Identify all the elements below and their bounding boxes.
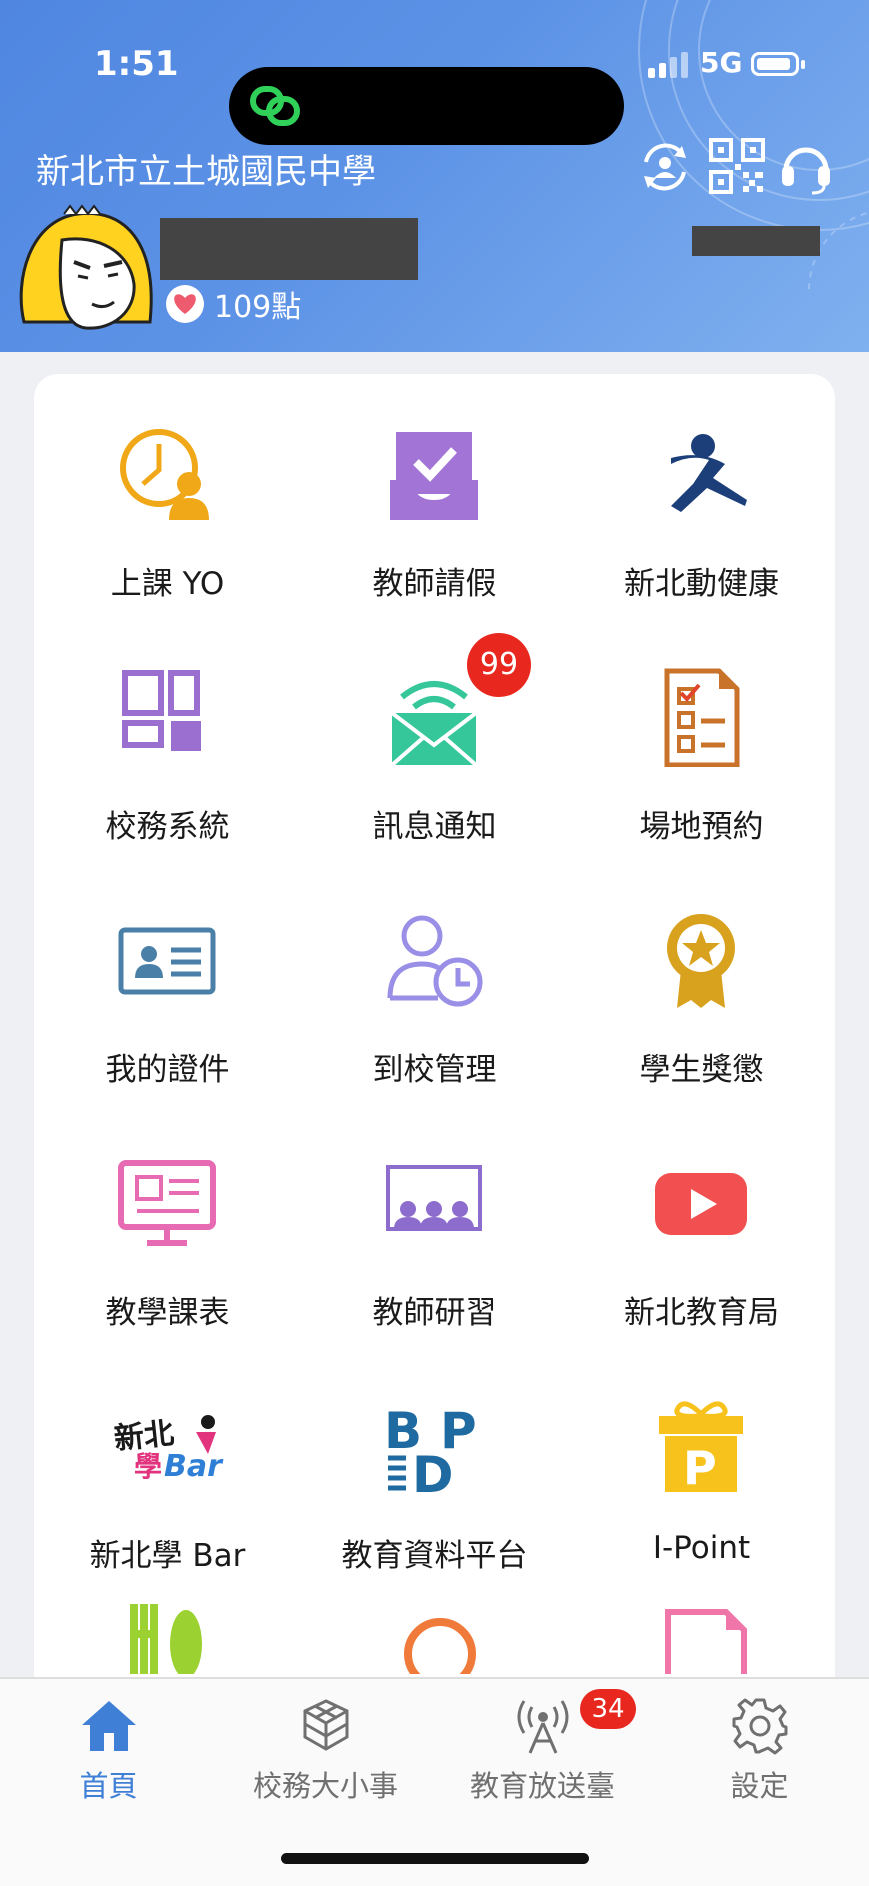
tab-education-broadcast[interactable]: 教育放送臺 34 (434, 1679, 651, 1819)
app-shangke-yo[interactable]: 上課 YO (34, 374, 301, 617)
qr-code-icon[interactable] (709, 138, 765, 194)
gear-icon (732, 1698, 788, 1755)
status-time: 1:51 (94, 44, 179, 84)
headset-icon[interactable] (778, 138, 834, 196)
status-bar: 1:51 5G (0, 40, 869, 145)
app-i-point[interactable]: P I-Point (568, 1346, 835, 1589)
clock-person-icon (120, 429, 209, 520)
redacted-info (692, 226, 820, 256)
header: 1:51 5G 新北市立土城國民中學 109點 (0, 0, 869, 352)
tab-label: 校務大小事 (252, 1769, 398, 1803)
broadcast-badge: 34 (580, 1689, 636, 1729)
inbox-check-icon (390, 432, 478, 520)
app-label: 場地預約 (639, 809, 764, 845)
app-education-data-platform[interactable]: B P D 教育資料平台 (301, 1346, 568, 1589)
gift-p-icon: P (659, 1401, 743, 1495)
points-display[interactable]: 109點 (166, 282, 301, 326)
app-ntpc-health[interactable]: 新北動健康 (568, 374, 835, 617)
app-label: 我的證件 (105, 1052, 230, 1088)
tab-school-affairs[interactable]: 校務大小事 (217, 1679, 434, 1819)
award-icon (667, 914, 735, 1008)
app-teacher-training[interactable]: 教師研習 (301, 1103, 568, 1346)
app-notifications[interactable]: 訊息通知 99 (301, 617, 568, 860)
cubes-icon (303, 1699, 349, 1751)
checklist-icon (664, 668, 740, 767)
signal-icon (648, 52, 688, 78)
xuebar-logo: 新北 學 Bar (112, 1415, 224, 1484)
app-attendance[interactable]: 到校管理 (301, 860, 568, 1103)
app-label: I-Point (652, 1530, 751, 1566)
svg-text:學: 學 (134, 1450, 162, 1483)
broadcast-icon (517, 1700, 569, 1754)
document-app-icon[interactable] (660, 1604, 750, 1674)
app-school-system[interactable]: 校務系統 (34, 617, 301, 860)
app-label: 新北學 Bar (89, 1538, 246, 1574)
app-xuebar[interactable]: 新北 學 Bar 新北學 Bar (34, 1346, 301, 1589)
home-indicator[interactable] (281, 1853, 589, 1864)
dynamic-island (229, 67, 624, 145)
app-venue-booking[interactable]: 場地預約 (568, 617, 835, 860)
account-switch-icon[interactable] (636, 138, 694, 196)
svg-text:P: P (683, 1441, 717, 1495)
bdp-logo: B P D (384, 1402, 477, 1496)
app-teacher-leave[interactable]: 教師請假 (301, 374, 568, 617)
app-student-awards[interactable]: 學生獎懲 (568, 860, 835, 1103)
app-label: 教師研習 (372, 1295, 497, 1331)
svg-text:D: D (412, 1446, 454, 1496)
app-ntpc-education-bureau[interactable]: 新北教育局 (568, 1103, 835, 1346)
app-label: 學生獎懲 (639, 1052, 764, 1088)
monitor-icon (118, 1160, 216, 1246)
app-timetable[interactable]: 教學課表 (34, 1103, 301, 1346)
tab-home[interactable]: 首頁 (0, 1679, 217, 1819)
app-label: 教學課表 (105, 1295, 230, 1331)
tab-settings[interactable]: 設定 (651, 1679, 868, 1819)
app-grid: 上課 YO 教師請假 新北動健康 校務系統 訊息通知 99 場地預約 我的證件 … (34, 374, 835, 1704)
heart-icon (166, 285, 204, 323)
app-label: 新北動健康 (624, 566, 779, 602)
school-name: 新北市立土城國民中學 (36, 152, 376, 192)
app-label: 新北教育局 (624, 1295, 779, 1331)
tab-label: 首頁 (79, 1769, 138, 1803)
search-app-icon[interactable] (400, 1614, 480, 1674)
id-card-icon (118, 927, 216, 995)
youtube-icon (655, 1173, 747, 1235)
app-label: 訊息通知 (372, 809, 497, 845)
network-type: 5G (700, 46, 743, 79)
app-label: 校務系統 (105, 809, 230, 845)
grid-icon (122, 670, 201, 751)
notification-badge: 99 (467, 633, 531, 697)
home-icon (82, 1701, 136, 1751)
battery-icon (751, 52, 799, 76)
app-label: 教師請假 (372, 566, 497, 602)
app-my-id[interactable]: 我的證件 (34, 860, 301, 1103)
tab-label: 教育放送臺 (469, 1769, 615, 1803)
person-clock-icon (387, 915, 483, 1007)
runner-icon (671, 434, 747, 512)
audience-icon (386, 1165, 482, 1231)
avatar[interactable] (12, 200, 162, 330)
svg-text:Bar: Bar (164, 1449, 224, 1484)
app-label: 到校管理 (372, 1052, 497, 1088)
points-value: 109點 (214, 290, 302, 325)
line-app-icon (250, 86, 300, 126)
mail-wifi-icon (390, 681, 478, 767)
food-icon[interactable] (128, 1604, 208, 1674)
app-label: 上課 YO (110, 566, 225, 602)
redacted-username (160, 218, 418, 280)
tab-label: 設定 (730, 1769, 789, 1803)
app-label: 教育資料平台 (341, 1538, 528, 1574)
